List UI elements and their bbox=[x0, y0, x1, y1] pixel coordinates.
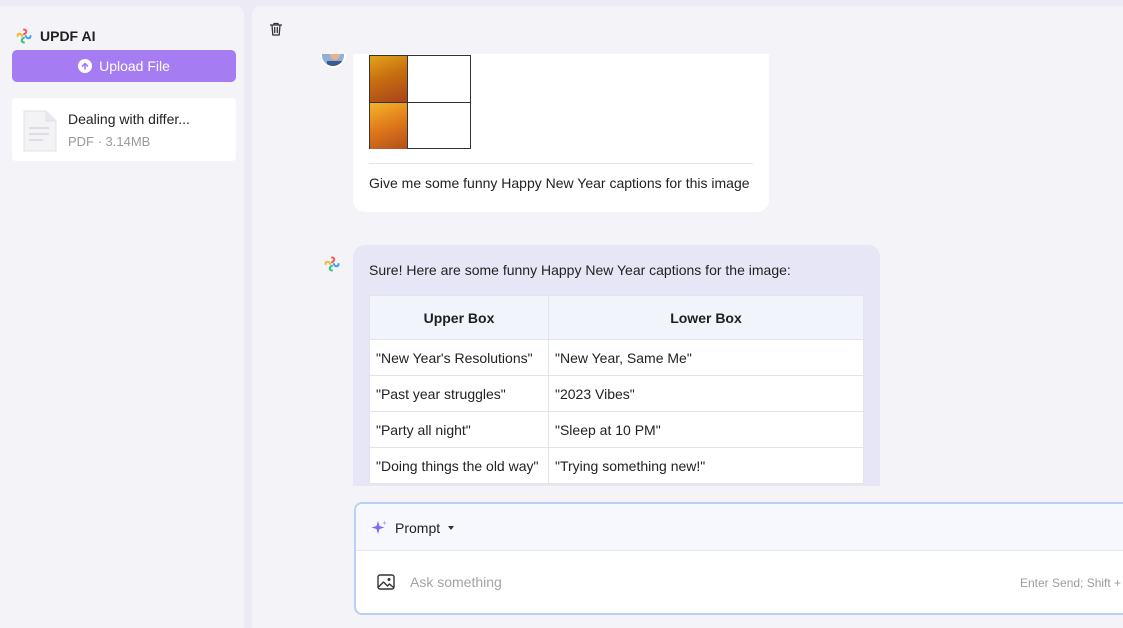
image-icon[interactable] bbox=[377, 574, 395, 590]
ai-response: Sure! Here are some funny Happy New Year… bbox=[353, 245, 880, 486]
meme-panel-bottom bbox=[370, 103, 407, 149]
user-message-text: Give me some funny Happy New Year captio… bbox=[369, 175, 750, 191]
table-cell: "Trying something new!" bbox=[548, 447, 864, 484]
send-hint: Enter Send; Shift + bbox=[1020, 576, 1122, 590]
upload-file-button[interactable]: Upload File bbox=[12, 50, 236, 82]
meme-divider bbox=[370, 102, 471, 103]
file-name: Dealing with differ... bbox=[68, 111, 190, 127]
table-cell: "New Year, Same Me" bbox=[548, 339, 864, 376]
file-meta: PDF · 3.14MB bbox=[68, 134, 151, 149]
table-row: "Party all night" "Sleep at 10 PM" bbox=[369, 411, 864, 448]
brand-title: UPDF AI bbox=[40, 28, 96, 44]
trash-icon[interactable] bbox=[268, 21, 284, 37]
dropdown-caret-icon[interactable] bbox=[448, 526, 454, 530]
table-row: "New Year's Resolutions" "New Year, Same… bbox=[369, 339, 864, 376]
ask-input[interactable] bbox=[410, 568, 910, 596]
file-list-item[interactable]: Dealing with differ... PDF · 3.14MB bbox=[12, 98, 236, 161]
chat-history[interactable]: Give me some funny Happy New Year captio… bbox=[252, 54, 1123, 486]
sidebar: UPDF AI Upload File Dealing with differ.… bbox=[0, 6, 244, 628]
table-cell: "Sleep at 10 PM" bbox=[548, 411, 864, 448]
table-row: "Doing things the old way" "Trying somet… bbox=[369, 447, 864, 484]
ai-response-text: Sure! Here are some funny Happy New Year… bbox=[369, 262, 791, 278]
table-cell: "Past year struggles" bbox=[369, 375, 549, 412]
updf-logo-icon bbox=[16, 28, 32, 44]
table-header: Upper Box bbox=[369, 295, 549, 340]
upload-icon bbox=[78, 59, 93, 73]
meme-image bbox=[369, 55, 471, 149]
pdf-file-icon bbox=[23, 110, 57, 152]
user-avatar bbox=[320, 54, 346, 68]
ai-logo-icon bbox=[324, 256, 340, 272]
meme-panel-top bbox=[370, 56, 407, 102]
captions-table: Upper Box Lower Box "New Year's Resoluti… bbox=[369, 295, 864, 484]
brand: UPDF AI bbox=[16, 22, 95, 50]
prompt-selector-row: Prompt bbox=[356, 504, 1123, 551]
upload-file-label: Upload File bbox=[99, 58, 170, 74]
table-header: Lower Box bbox=[548, 295, 864, 340]
table-header-row: Upper Box Lower Box bbox=[369, 295, 864, 340]
table-cell: "New Year's Resolutions" bbox=[369, 339, 549, 376]
user-message: Give me some funny Happy New Year captio… bbox=[353, 54, 769, 212]
table-row: "Past year struggles" "2023 Vibes" bbox=[369, 375, 864, 412]
table-cell: "Party all night" bbox=[369, 411, 549, 448]
prompt-dropdown[interactable]: Prompt bbox=[395, 520, 440, 536]
table-cell: "2023 Vibes" bbox=[548, 375, 864, 412]
composer: Prompt Enter Send; Shift + bbox=[354, 502, 1123, 615]
table-cell: "Doing things the old way" bbox=[369, 447, 549, 484]
divider bbox=[369, 163, 753, 164]
chat-panel: Give me some funny Happy New Year captio… bbox=[252, 6, 1123, 628]
sparkle-icon bbox=[371, 520, 387, 534]
